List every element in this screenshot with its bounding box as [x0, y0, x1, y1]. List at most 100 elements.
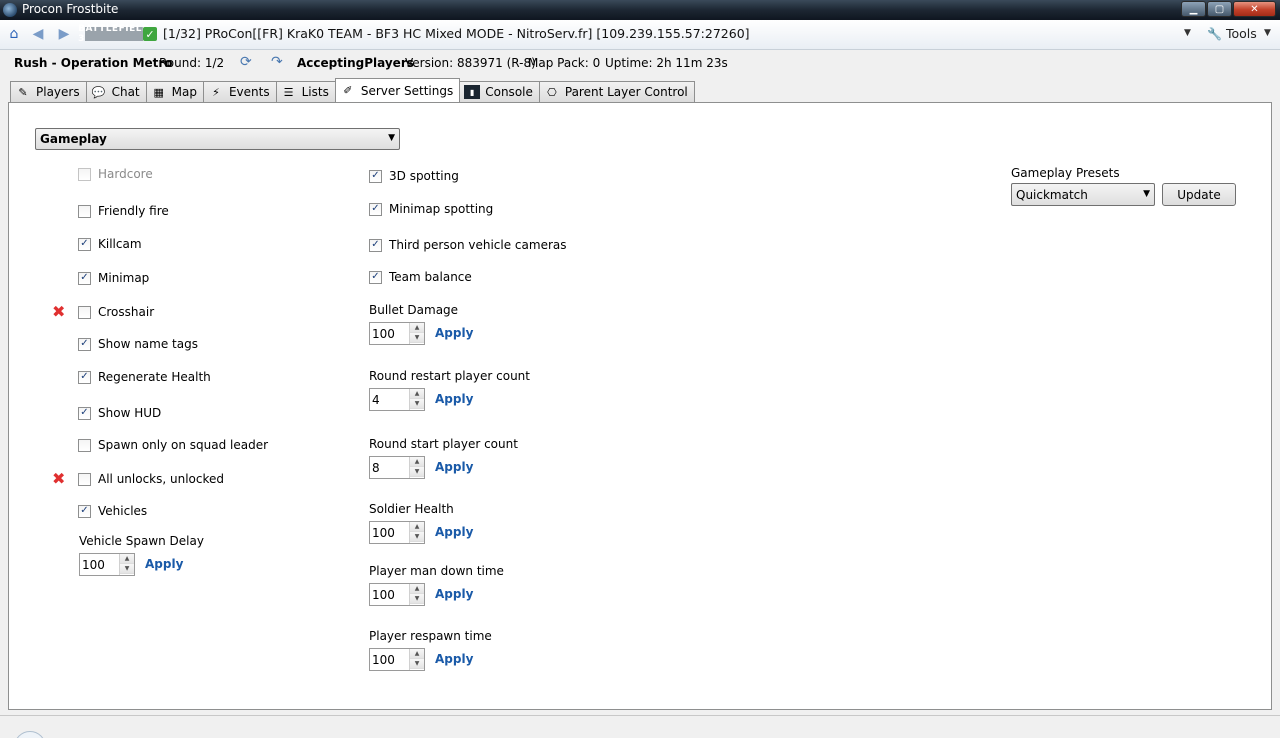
window-title: Procon Frostbite [22, 2, 119, 16]
checkbox-box: ✓ [78, 337, 91, 351]
tab-map[interactable]: ▦ Map [145, 81, 204, 102]
tools-button[interactable]: 🔧 Tools [1207, 26, 1257, 41]
hardcore-checkbox[interactable]: Hardcore [78, 167, 153, 181]
spin-down-icon[interactable]: ▼ [410, 333, 424, 343]
tools-dropdown-arrow[interactable]: ▼ [1264, 28, 1271, 38]
spin-value: 4 [372, 393, 380, 407]
battlefield3-logo: BATTLEFIELD 3 [78, 24, 150, 44]
tab-label: Events [228, 85, 270, 99]
regenerate-health-checkbox[interactable]: ✓ Regenerate Health [78, 370, 211, 384]
gameplay-presets-select[interactable]: Quickmatch ▼ [1011, 183, 1155, 206]
checkbox-box [78, 305, 91, 319]
tab-console[interactable]: ▮ Console [459, 81, 540, 102]
spin-up-icon[interactable]: ▲ [410, 649, 424, 659]
spin-value: 100 [372, 327, 395, 341]
player-respawn-time-input[interactable]: 100 ▲ ▼ [369, 648, 425, 671]
apply-player-man-down-time-link[interactable]: Apply [435, 587, 473, 601]
tab-label: Lists [301, 85, 329, 99]
checkbox-label: Regenerate Health [98, 370, 211, 384]
spin-down-icon[interactable]: ▼ [410, 399, 424, 409]
spin-up-icon[interactable]: ▲ [120, 554, 134, 564]
friendly-fire-checkbox[interactable]: Friendly fire [78, 204, 169, 218]
round-start-player-count-label: Round start player count [369, 437, 518, 451]
server-settings-panel: Gameplay ▼ Hardcore Friendly fire ✓ Kill… [8, 102, 1272, 710]
checkbox-box: ✓ [369, 202, 382, 216]
all-unlocks-checkbox[interactable]: All unlocks, unlocked [78, 472, 224, 486]
chevron-down-icon: ▼ [1143, 189, 1150, 199]
show-hud-checkbox[interactable]: ✓ Show HUD [78, 406, 161, 420]
killcam-checkbox[interactable]: ✓ Killcam [78, 237, 142, 251]
apply-vehicle-spawn-delay-link[interactable]: Apply [145, 557, 183, 571]
spin-down-icon[interactable]: ▼ [410, 659, 424, 669]
refresh-icon[interactable]: ⟳ [240, 54, 252, 70]
spin-down-icon[interactable]: ▼ [120, 564, 134, 574]
third-person-vehicle-cameras-checkbox[interactable]: ✓ Third person vehicle cameras [369, 238, 567, 252]
close-button[interactable]: ✕ [1233, 1, 1276, 17]
soldier-health-input[interactable]: 100 ▲ ▼ [369, 521, 425, 544]
bottom-divider [0, 715, 1280, 716]
player-man-down-time-label: Player man down time [369, 564, 504, 578]
tab-parent-layer-control[interactable]: ⎔ Parent Layer Control [538, 81, 695, 102]
map-pack: Map Pack: 0 [528, 56, 601, 70]
vehicles-checkbox[interactable]: ✓ Vehicles [78, 504, 147, 518]
spin-up-icon[interactable]: ▲ [410, 323, 424, 333]
forward-arrow-icon[interactable]: ▶ [56, 26, 72, 42]
server-version: Version: 883971 (R-8) [405, 56, 536, 70]
tab-chat[interactable]: 💬 Chat [85, 81, 147, 102]
apply-bullet-damage-link[interactable]: Apply [435, 326, 473, 340]
team-balance-checkbox[interactable]: ✓ Team balance [369, 270, 472, 284]
round-start-player-count-input[interactable]: 8 ▲ ▼ [369, 456, 425, 479]
bullet-damage-input[interactable]: 100 ▲ ▼ [369, 322, 425, 345]
server-status-bar: Rush - Operation Metro Round: 1/2 ⟳ ↷ Ac… [0, 51, 1280, 77]
player-man-down-time-input[interactable]: 100 ▲ ▼ [369, 583, 425, 606]
spin-down-icon[interactable]: ▼ [410, 467, 424, 477]
tab-label: Console [485, 85, 533, 99]
apply-round-restart-player-count-link[interactable]: Apply [435, 392, 473, 406]
apply-player-respawn-time-link[interactable]: Apply [435, 652, 473, 666]
checkbox-box: ✓ [369, 238, 382, 252]
tab-lists[interactable]: ☰ Lists [275, 81, 336, 102]
tab-label: Map [171, 85, 197, 99]
round-restart-player-count-input[interactable]: 4 ▲ ▼ [369, 388, 425, 411]
crosshair-checkbox[interactable]: Crosshair [78, 305, 154, 319]
red-x-icon: ✖ [52, 469, 66, 488]
checkbox-box [78, 204, 91, 218]
spawn-on-squad-leader-checkbox[interactable]: Spawn only on squad leader [78, 438, 268, 452]
server-dropdown-arrow[interactable]: ▼ [1184, 28, 1191, 38]
show-name-tags-checkbox[interactable]: ✓ Show name tags [78, 337, 198, 351]
tab-players[interactable]: ✎ Players [10, 81, 87, 102]
minimap-checkbox[interactable]: ✓ Minimap [78, 271, 149, 285]
spin-up-icon[interactable]: ▲ [410, 389, 424, 399]
settings-category-select[interactable]: Gameplay ▼ [35, 128, 400, 150]
tab-server-settings[interactable]: ✐ Server Settings [334, 78, 461, 102]
preset-value: Quickmatch [1016, 188, 1088, 202]
tab-events[interactable]: ⚡ Events [202, 81, 277, 102]
update-preset-button[interactable]: Update [1162, 183, 1236, 206]
console-icon: ▮ [464, 85, 481, 99]
back-arrow-icon[interactable]: ◀ [30, 26, 46, 42]
apply-round-start-player-count-link[interactable]: Apply [435, 460, 473, 474]
spin-up-icon[interactable]: ▲ [410, 457, 424, 467]
start-orb-icon[interactable] [14, 731, 46, 738]
settings-icon: ✐ [343, 84, 353, 97]
minimap-spotting-checkbox[interactable]: ✓ Minimap spotting [369, 202, 493, 216]
spin-down-icon[interactable]: ▼ [410, 532, 424, 542]
spin-down-icon[interactable]: ▼ [410, 594, 424, 604]
parent-layer-icon: ⎔ [547, 85, 557, 99]
3d-spotting-checkbox[interactable]: ✓ 3D spotting [369, 169, 459, 183]
apply-soldier-health-link[interactable]: Apply [435, 525, 473, 539]
checkbox-box: ✓ [78, 504, 91, 518]
spin-up-icon[interactable]: ▲ [410, 584, 424, 594]
checkbox-label: Show HUD [98, 406, 162, 420]
title-bar: Procon Frostbite ▁ ▢ ✕ [0, 0, 1280, 20]
bullet-damage-label: Bullet Damage [369, 303, 459, 317]
home-icon[interactable]: ⌂ [6, 26, 22, 42]
spin-up-icon[interactable]: ▲ [410, 522, 424, 532]
minimize-button[interactable]: ▁ [1181, 1, 1206, 17]
vehicle-spawn-delay-input[interactable]: 100 ▲ ▼ [79, 553, 135, 576]
checkbox-label: Friendly fire [98, 204, 169, 218]
next-round-icon[interactable]: ↷ [271, 54, 283, 70]
soldier-health-label: Soldier Health [369, 502, 454, 516]
maximize-button[interactable]: ▢ [1207, 1, 1232, 17]
checkbox-box: ✓ [78, 271, 91, 285]
